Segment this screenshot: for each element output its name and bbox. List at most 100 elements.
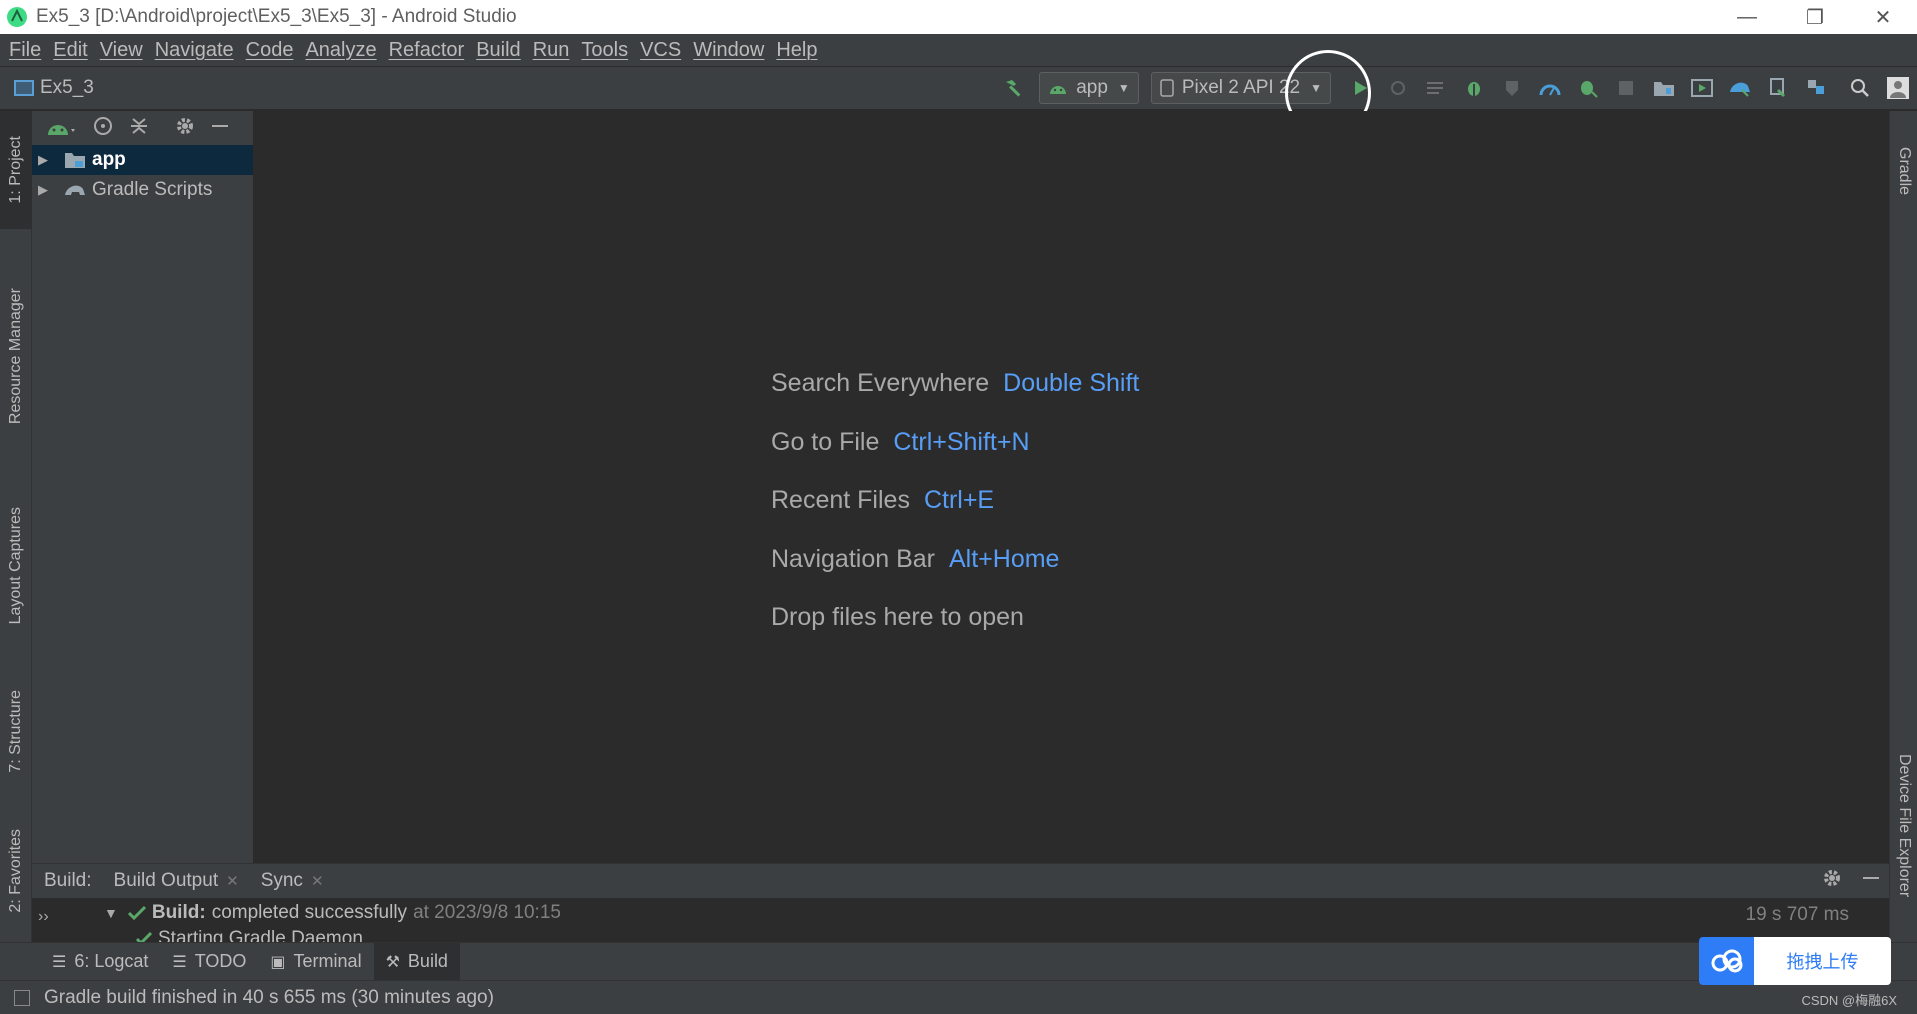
watermark: CSDN @梅融6X [1801, 993, 1897, 1008]
menu-navigate[interactable]: Navigate [152, 39, 243, 62]
avd-manager-icon[interactable] [1683, 70, 1721, 106]
tool-window-gradle-label: Gradle [1896, 146, 1913, 196]
expand-triangle-icon[interactable]: ▶ [38, 182, 56, 198]
tool-window-resource-manager[interactable]: Resource Manager [0, 261, 32, 451]
menu-help[interactable]: Help [773, 39, 826, 62]
gear-icon[interactable] [1821, 867, 1843, 895]
menu-tools[interactable]: Tools [578, 39, 637, 62]
menu-window[interactable]: Window [690, 39, 773, 62]
gear-icon[interactable] [174, 115, 196, 142]
locate-target-icon[interactable] [92, 115, 114, 142]
close-icon[interactable]: ✕ [311, 872, 324, 890]
hint-navigation-bar: Navigation Bar Alt+Home [771, 545, 1139, 604]
bottom-tab-todo[interactable]: ☰ TODO [160, 943, 258, 981]
collapse-triangle-icon[interactable]: ▼ [104, 905, 118, 921]
menu-vcs[interactable]: VCS [637, 39, 690, 62]
tree-item-app[interactable]: ▶ app [32, 145, 253, 175]
tool-window-favorites[interactable]: 2: Favorites [0, 811, 32, 931]
tool-window-structure[interactable]: 7: Structure [0, 671, 32, 791]
window-title: Ex5_3 [D:\Android\project\Ex5_3\Ex5_3] -… [36, 6, 517, 27]
profiler-gauge-icon[interactable] [1531, 70, 1569, 106]
minimize-button[interactable]: — [1713, 0, 1781, 34]
stop-icon[interactable] [1607, 70, 1645, 106]
project-folder-icon [14, 80, 34, 96]
terminal-icon: ▣ [270, 953, 286, 971]
menu-code[interactable]: Code [243, 39, 303, 62]
tool-window-gradle[interactable]: Gradle [1890, 121, 1917, 221]
breadcrumb[interactable]: Ex5_3 [0, 77, 94, 99]
collapse-all-icon[interactable] [128, 115, 150, 142]
upload-label: 拖拽上传 [1754, 937, 1891, 985]
tool-window-favorites-label: 2: Favorites [7, 829, 24, 913]
editor-hints: Search Everywhere Double Shift Go to Fil… [771, 369, 1139, 662]
tab-label: Sync [260, 870, 303, 891]
tool-window-device-file-explorer[interactable]: Device File Explorer [1890, 731, 1917, 921]
build-sub-row[interactable]: Starting Gradle Daemon [136, 928, 363, 943]
build-panel-tools [1821, 867, 1889, 895]
hide-panel-minus-icon[interactable] [210, 116, 230, 141]
hide-panel-minus-icon[interactable] [1861, 868, 1881, 894]
tool-window-device-file-explorer-label: Device File Explorer [1896, 754, 1913, 898]
tool-window-project[interactable]: 1: Project [0, 111, 32, 229]
sync-project-icon[interactable] [1645, 70, 1683, 106]
attach-debugger-icon[interactable] [1569, 70, 1607, 106]
bottom-tab-logcat[interactable]: ☰ 6: Logcat [40, 943, 160, 981]
menu-build[interactable]: Build [473, 39, 529, 62]
device-select[interactable]: Pixel 2 API 22 ▼ [1150, 72, 1331, 104]
editor-empty-area[interactable]: Search Everywhere Double Shift Go to Fil… [254, 111, 1889, 863]
bottom-tab-label: 6: Logcat [74, 951, 149, 971]
run-button[interactable] [1341, 70, 1379, 106]
account-avatar-icon[interactable] [1879, 70, 1917, 106]
hint-shortcut: Alt+Home [948, 544, 1060, 573]
hint-label: Search Everywhere [771, 369, 990, 397]
tab-sync[interactable]: Sync ✕ [261, 870, 324, 892]
close-icon[interactable]: ✕ [226, 872, 239, 890]
menu-view[interactable]: View [97, 39, 152, 62]
run-with-coverage-icon[interactable] [1493, 70, 1531, 106]
restore-button[interactable]: ❐ [1781, 0, 1849, 34]
bottom-tab-label: Build [407, 951, 448, 971]
tab-build-output[interactable]: Build Output ✕ [114, 870, 239, 892]
build-result-text: completed successfully [211, 902, 408, 923]
hint-search-everywhere: Search Everywhere Double Shift [771, 369, 1139, 428]
tool-window-structure-label: 7: Structure [7, 689, 24, 773]
tool-window-layout-captures[interactable]: Layout Captures [0, 481, 32, 651]
debug-bug-icon[interactable] [1455, 70, 1493, 106]
run-configuration-select[interactable]: app ▼ [1039, 72, 1139, 104]
android-studio-window: Ex5_3 [D:\Android\project\Ex5_3\Ex5_3] -… [0, 0, 1917, 1014]
expand-triangle-icon[interactable]: ▶ [38, 152, 56, 168]
menu-file[interactable]: File [6, 39, 50, 62]
tab-label: Build Output [113, 870, 219, 891]
project-panel: ▶ app ▶ Gradle Scripts [32, 111, 254, 863]
hint-shortcut: Ctrl+E [923, 486, 995, 514]
android-icon [1050, 86, 1067, 94]
menu-refactor[interactable]: Refactor [386, 39, 474, 62]
gradle-sync-elephant-icon[interactable] [1721, 70, 1759, 106]
expand-chevron-icon[interactable]: ›› [38, 908, 49, 926]
build-tabs: Build: Build Output ✕ Sync ✕ [32, 864, 1889, 898]
close-button[interactable]: ✕ [1849, 0, 1917, 34]
project-panel-toolbar [32, 111, 253, 145]
build-prefix-label: Build: [44, 870, 92, 891]
breadcrumb-project[interactable]: Ex5_3 [40, 77, 94, 99]
tool-window-resource-manager-label: Resource Manager [7, 287, 24, 425]
menu-run[interactable]: Run [530, 39, 579, 62]
search-icon[interactable] [1841, 70, 1879, 106]
bottom-tab-build[interactable]: ⚒ Build [373, 942, 460, 981]
bottom-tab-terminal[interactable]: ▣ Terminal [258, 943, 373, 981]
project-structure-icon[interactable] [1797, 70, 1835, 106]
android-view-selector-icon[interactable] [46, 115, 78, 142]
tree-item-gradle-scripts[interactable]: ▶ Gradle Scripts [32, 175, 253, 205]
menu-analyze[interactable]: Analyze [302, 39, 385, 62]
make-project-hammer-icon[interactable] [995, 70, 1033, 106]
upload-widget[interactable]: 拖拽上传 [1699, 937, 1891, 985]
chevron-down-icon: ▼ [1117, 81, 1130, 95]
sdk-manager-icon[interactable] [1759, 70, 1797, 106]
apply-code-changes-icon[interactable] [1417, 70, 1455, 106]
cloud-upload-icon [1699, 937, 1754, 985]
apply-changes-icon[interactable] [1379, 70, 1417, 106]
hint-recent-files: Recent Files Ctrl+E [771, 486, 1139, 545]
toggle-tool-windows-icon[interactable] [14, 989, 30, 1006]
build-result-row[interactable]: ▼ Build: completed successfully at 2023/… [104, 902, 561, 924]
menu-edit[interactable]: Edit [50, 39, 96, 62]
